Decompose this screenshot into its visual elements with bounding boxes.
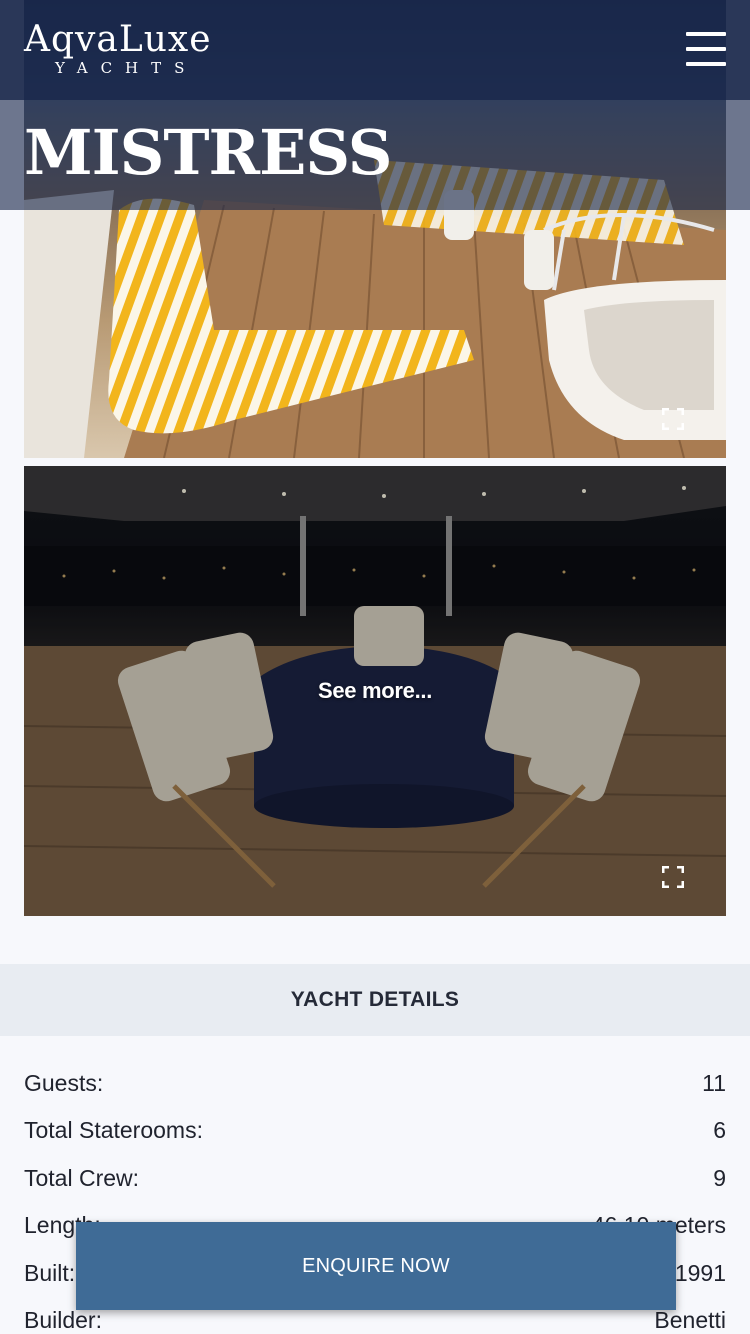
detail-label: Guests: <box>24 1070 104 1096</box>
site-logo[interactable]: AqvaLuxe YACHTS <box>24 18 212 77</box>
expand-icon[interactable] <box>661 407 685 431</box>
logo-subtitle: YACHTS <box>55 59 198 77</box>
menu-bar <box>686 47 726 51</box>
top-nav-bar: AqvaLuxe YACHTS <box>0 0 750 100</box>
page-title: MISTRESS <box>24 116 393 189</box>
enquire-now-button[interactable]: ENQUIRE NOW <box>76 1222 676 1310</box>
detail-value: 6 <box>713 1117 726 1144</box>
detail-row-crew: Total Crew: 9 <box>24 1155 726 1202</box>
detail-value: 1991 <box>674 1259 726 1286</box>
menu-bar <box>686 62 726 66</box>
detail-label: Total Crew: <box>24 1164 140 1191</box>
gallery-photo-dining[interactable]: See more... <box>24 466 726 916</box>
detail-value: 9 <box>713 1164 726 1191</box>
detail-row-guests: Guests: 11 <box>24 1060 726 1107</box>
detail-value: 11 <box>702 1070 726 1096</box>
detail-label: Built: <box>24 1259 76 1286</box>
logo-wordmark: AqvaLuxe <box>24 19 212 60</box>
yacht-details-heading: YACHT DETAILS <box>0 964 750 1036</box>
menu-bar <box>686 32 726 36</box>
hamburger-menu-icon[interactable] <box>686 32 726 66</box>
expand-icon[interactable] <box>661 865 685 889</box>
see-more-link[interactable]: See more... <box>24 678 726 704</box>
detail-label: Total Staterooms: <box>24 1117 203 1144</box>
detail-row-staterooms: Total Staterooms: 6 <box>24 1107 726 1154</box>
